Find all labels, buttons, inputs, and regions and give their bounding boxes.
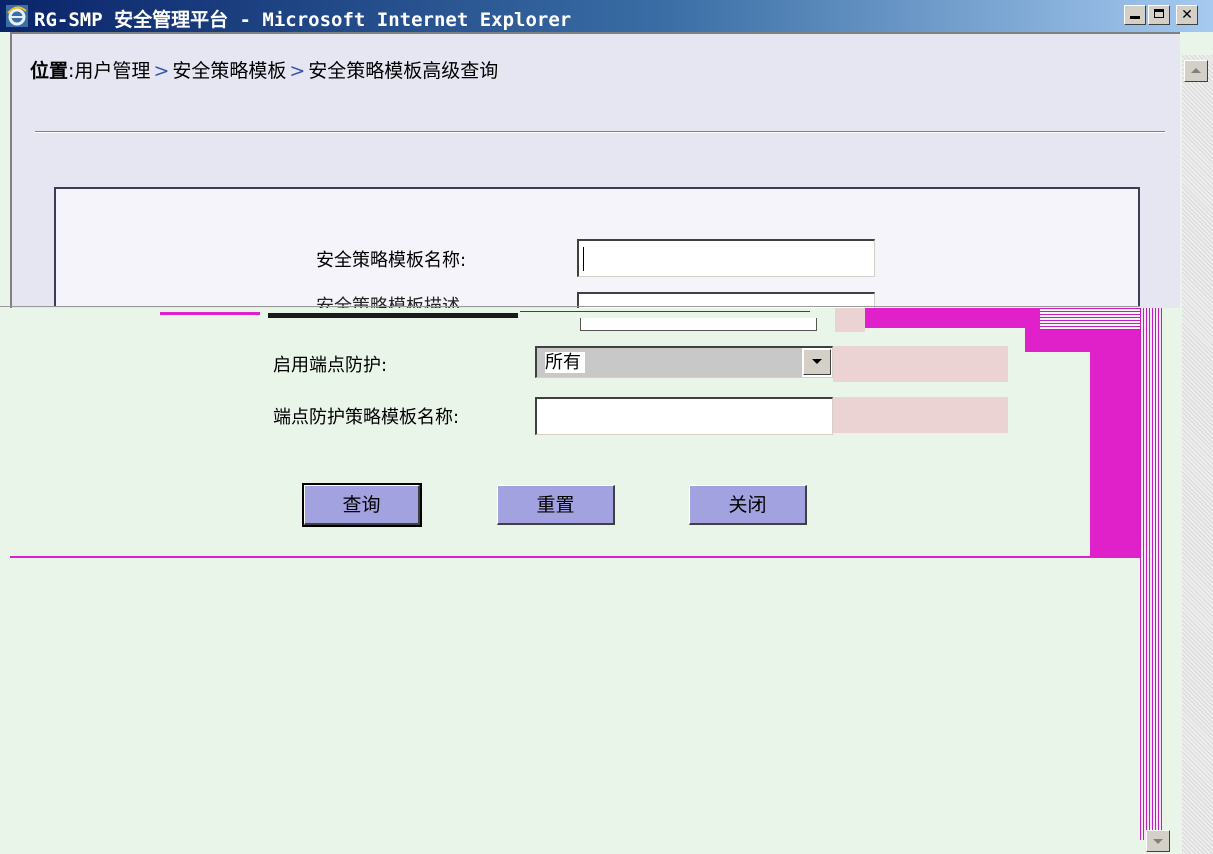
breadcrumb-item-advanced-query: 安全策略模板高级查询 bbox=[308, 60, 499, 82]
breadcrumb-lead: 位置 bbox=[30, 60, 69, 82]
close-button[interactable]: 关闭 bbox=[689, 485, 807, 525]
scroll-down-button[interactable] bbox=[1146, 830, 1170, 852]
window-title: RG-SMP 安全管理平台 - Microsoft Internet Explo… bbox=[34, 9, 572, 31]
vertical-scrollbar[interactable] bbox=[1182, 55, 1213, 854]
ie-icon bbox=[6, 5, 28, 27]
breadcrumb-item-user-management[interactable]: 用户管理 bbox=[74, 60, 150, 82]
text-cursor bbox=[583, 247, 584, 271]
glitch-line bbox=[160, 312, 260, 315]
maximize-icon bbox=[1154, 9, 1164, 18]
glitch-stripes bbox=[1140, 308, 1162, 840]
chevron-down-icon bbox=[812, 359, 822, 364]
scroll-up-button[interactable] bbox=[1184, 60, 1208, 82]
glitch-block bbox=[865, 308, 1040, 328]
breadcrumb-separator: > bbox=[153, 60, 170, 82]
glitch-line bbox=[268, 313, 518, 318]
glitch-block bbox=[833, 397, 1008, 433]
dropdown-button[interactable] bbox=[803, 349, 831, 375]
scroll-down-arrow-icon bbox=[1153, 839, 1163, 844]
breadcrumb-separator: > bbox=[289, 60, 306, 82]
glitch-block bbox=[833, 346, 1008, 382]
endpoint-protection-select[interactable]: 所有 bbox=[535, 346, 833, 378]
maximize-button[interactable] bbox=[1148, 5, 1170, 25]
breadcrumb-item-security-template[interactable]: 安全策略模板 bbox=[172, 60, 286, 82]
page-content-lower bbox=[0, 308, 1140, 854]
scroll-up-arrow-icon bbox=[1191, 68, 1201, 73]
endpoint-template-input[interactable] bbox=[535, 397, 833, 435]
glitch-block bbox=[580, 318, 817, 331]
close-icon: ✕ bbox=[1181, 7, 1193, 23]
panel-bottom-rule bbox=[10, 556, 1100, 558]
window-title-bar[interactable]: RG-SMP 安全管理平台 - Microsoft Internet Explo… bbox=[0, 0, 1213, 32]
breadcrumb: 位置:用户管理 > 安全策略模板 > 安全策略模板高级查询 bbox=[30, 56, 498, 83]
glitch-stripes bbox=[1040, 308, 1140, 330]
minimize-button[interactable] bbox=[1124, 5, 1146, 25]
endpoint-protection-label: 启用端点防护: bbox=[273, 355, 388, 376]
glitch-line bbox=[520, 311, 810, 312]
template-name-input[interactable] bbox=[577, 239, 875, 277]
close-window-button[interactable]: ✕ bbox=[1176, 5, 1198, 25]
endpoint-protection-selected: 所有 bbox=[545, 352, 585, 373]
glitch-block bbox=[835, 308, 865, 332]
query-button[interactable]: 查询 bbox=[302, 483, 422, 527]
breadcrumb-divider bbox=[35, 131, 1165, 133]
glitch-line bbox=[0, 306, 1140, 307]
minimize-icon bbox=[1130, 16, 1140, 19]
template-name-label: 安全策略模板名称: bbox=[316, 250, 467, 271]
glitch-block bbox=[1090, 308, 1140, 558]
glitch-block bbox=[1025, 328, 1090, 352]
reset-button[interactable]: 重置 bbox=[497, 485, 615, 525]
endpoint-template-label: 端点防护策略模板名称: bbox=[273, 407, 460, 428]
